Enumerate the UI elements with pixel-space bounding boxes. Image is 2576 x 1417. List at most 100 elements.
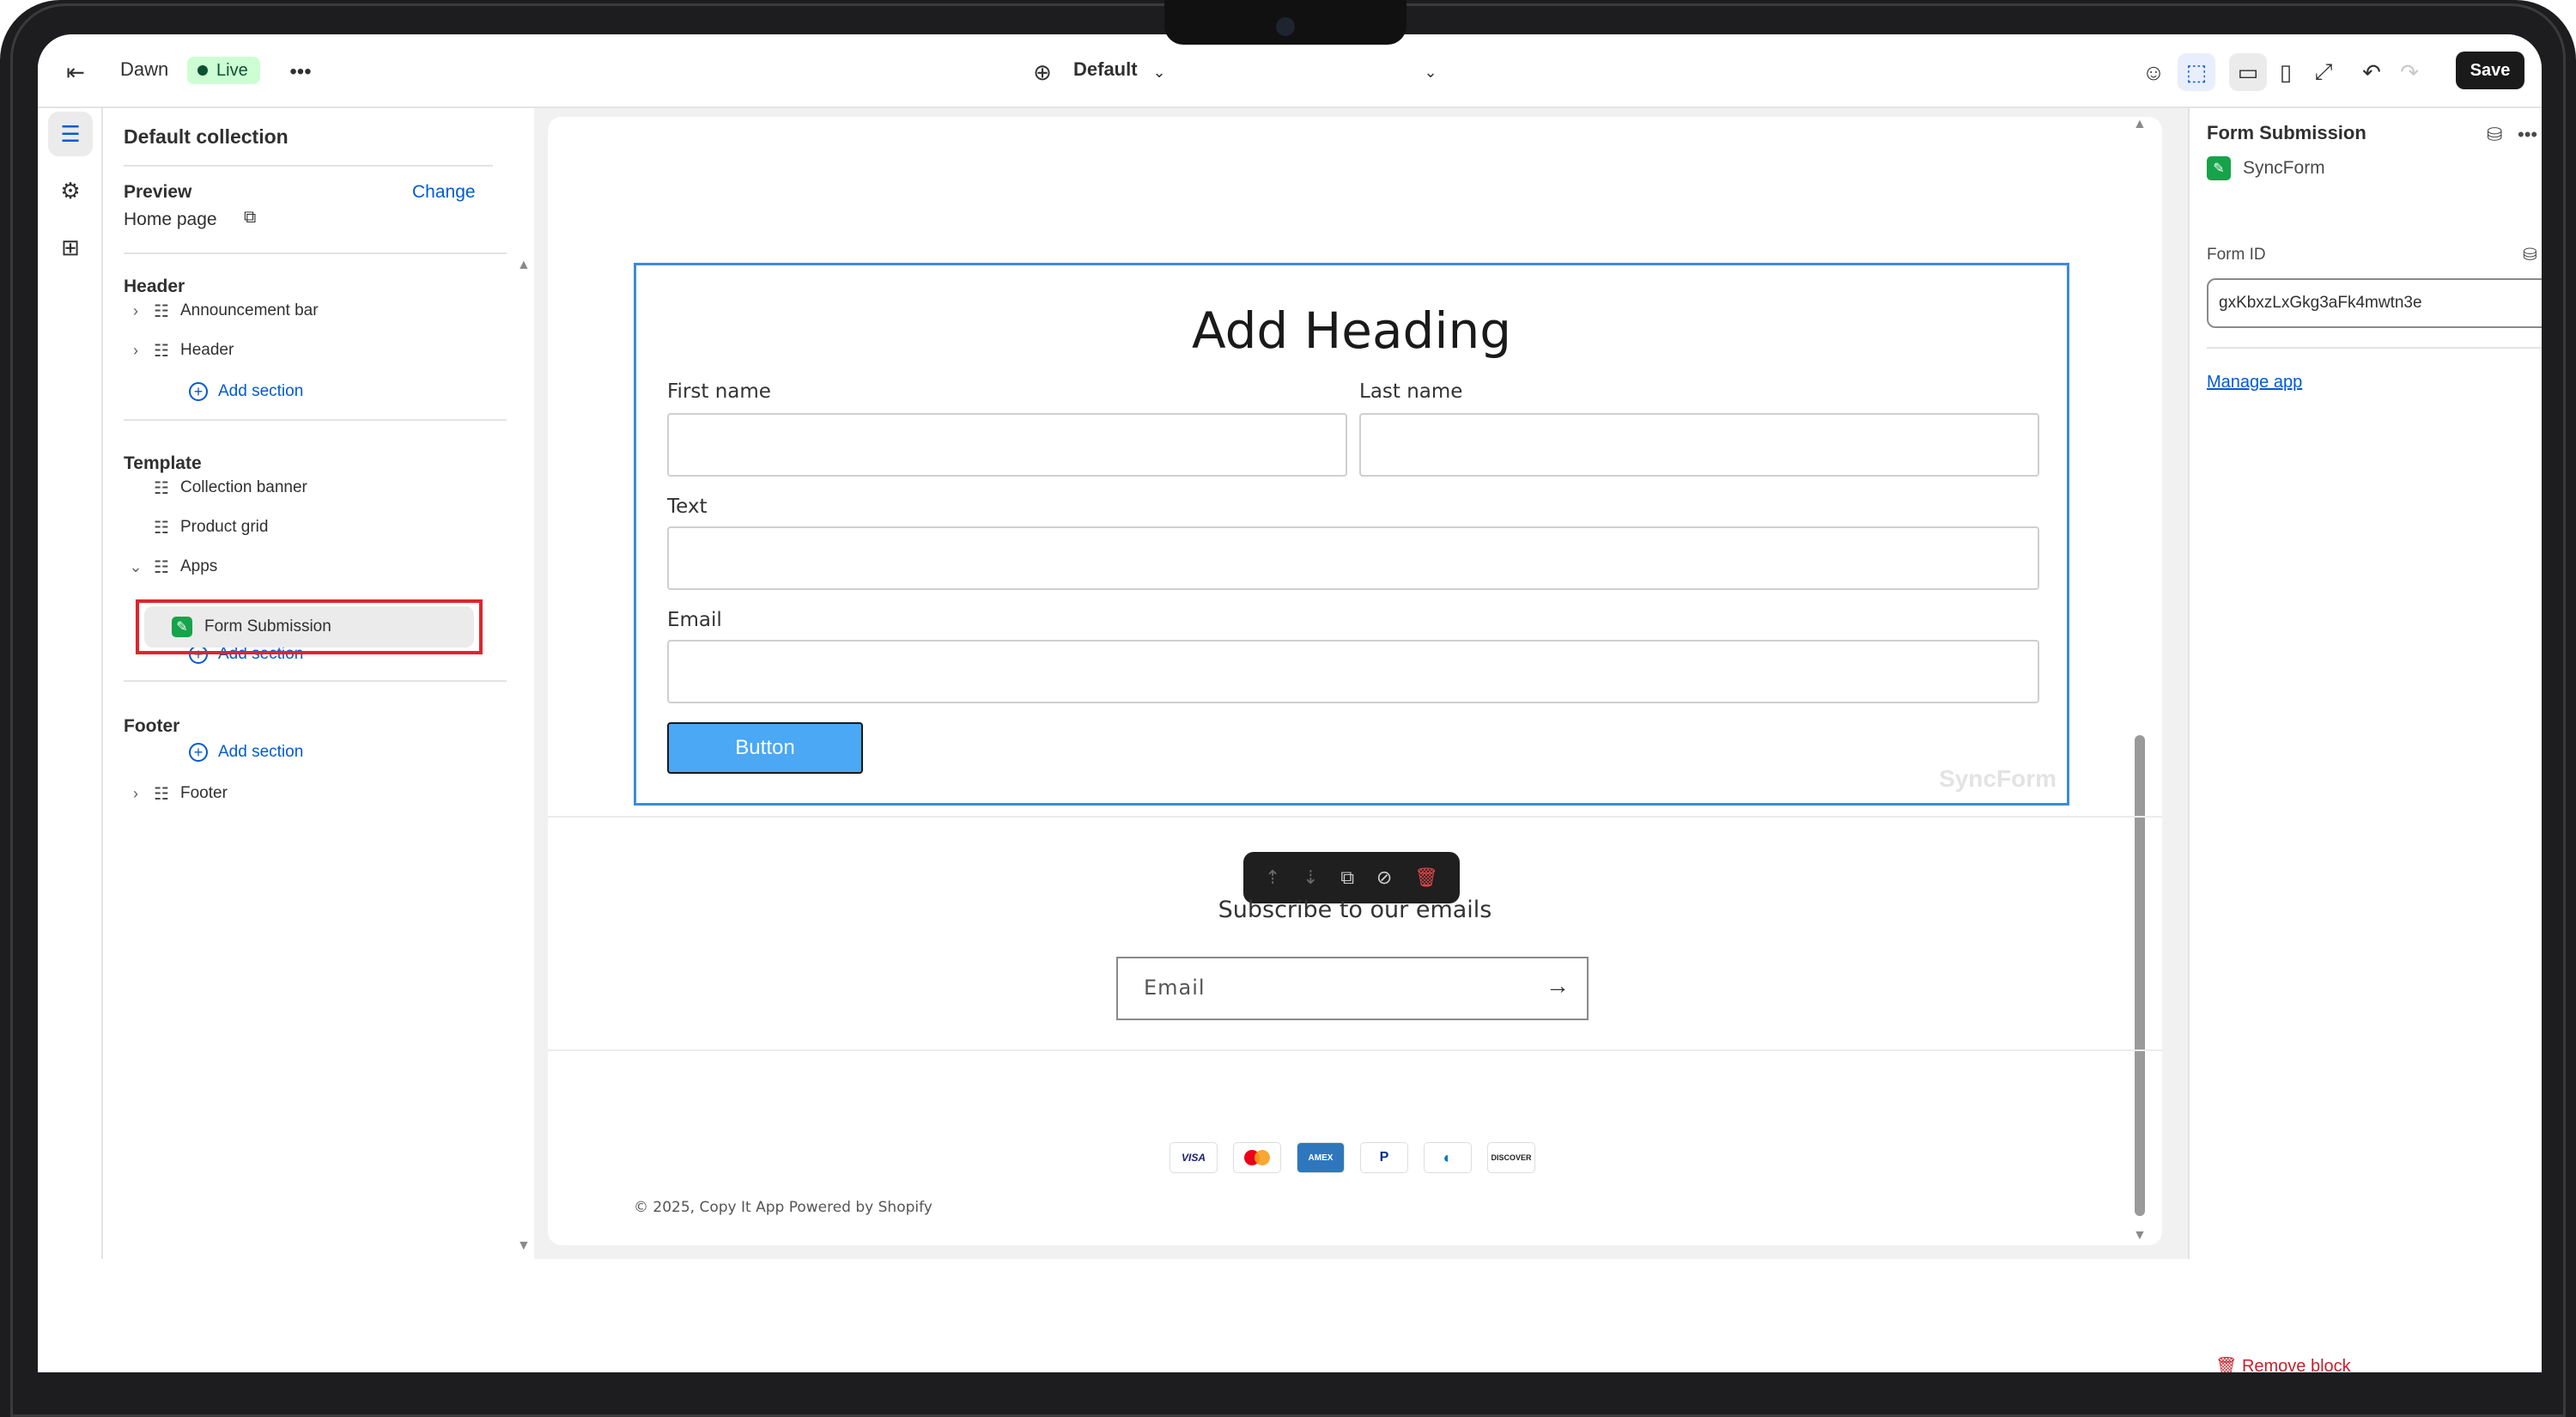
form-id-label: Form ID: [2207, 246, 2266, 264]
dynamic-source-icon[interactable]: ⛁: [2523, 244, 2537, 265]
first-name-field[interactable]: [667, 413, 1347, 477]
mastercard-icon: [1233, 1142, 1281, 1173]
divider: [124, 419, 507, 421]
globe-icon[interactable]: ⊕: [1024, 53, 1061, 91]
visa-icon: VISA: [1170, 1142, 1218, 1173]
discover-icon: DISCOVER: [1487, 1142, 1535, 1173]
sections-sidebar: Default collection Preview Change Home p…: [103, 108, 534, 1259]
amex-icon: AMEX: [1297, 1142, 1345, 1173]
section-icon: ☷: [154, 341, 169, 361]
text-label: Text: [667, 496, 708, 518]
more-actions-icon[interactable]: •••: [282, 53, 319, 91]
form-submission-block[interactable]: Add Heading First name Last name Text Em…: [634, 263, 2069, 806]
inspector-icon[interactable]: ⬚: [2178, 53, 2215, 91]
email-field[interactable]: [667, 640, 2039, 703]
last-name-field[interactable]: [1359, 413, 2039, 477]
section-product-grid[interactable]: ☷ Product grid: [124, 510, 501, 544]
preview-scrollbar[interactable]: ▲ ▼: [2126, 117, 2154, 1245]
newsletter-title: Subscribe to our emails: [1218, 897, 1492, 923]
delete-icon[interactable]: 🗑: [1414, 867, 1438, 889]
chevron-down-icon[interactable]: ⌄: [1140, 53, 1178, 91]
redo-icon[interactable]: ↷: [2391, 53, 2428, 91]
top-bar: ⇤ Dawn Live ••• ⊕ Default ⌄ ⌄ ☺ ⬚ ▭ ▯ ⤢ …: [38, 34, 2542, 108]
form-id-input[interactable]: gxKbxzLxGkg3aFk4mwtn3e: [2207, 278, 2542, 328]
form-heading: Add Heading: [1191, 301, 1512, 360]
move-up-icon[interactable]: ⇡: [1265, 867, 1280, 889]
hide-icon[interactable]: ⊘: [1376, 867, 1392, 889]
payment-icons: VISA AMEX P ◐ DISCOVER: [1170, 1142, 1535, 1173]
paypal-icon: P: [1360, 1142, 1408, 1173]
arrow-right-icon[interactable]: →: [1546, 972, 1570, 1000]
mobile-view-icon[interactable]: ▯: [2267, 53, 2305, 91]
sections-icon[interactable]: ☰: [48, 112, 93, 156]
selection-highlight: [136, 599, 483, 654]
more-actions-icon[interactable]: •••: [2518, 124, 2537, 146]
diners-club-icon: ◐: [1424, 1142, 1472, 1173]
remove-block-button[interactable]: 🗑 Remove block: [2215, 1355, 2351, 1372]
section-footer[interactable]: › ☷ Footer: [124, 776, 501, 811]
change-link[interactable]: Change: [412, 182, 476, 203]
syncform-app-icon: ✎: [2207, 156, 2231, 180]
last-name-label: Last name: [1359, 380, 1463, 403]
section-collection-banner[interactable]: ☷ Collection banner: [124, 471, 501, 505]
theme-name: Dawn: [120, 58, 169, 80]
save-button[interactable]: Save: [2456, 52, 2524, 89]
form-submit-button[interactable]: Button: [667, 722, 863, 774]
footer-group-title: Footer: [124, 716, 180, 736]
page-title: Default collection: [124, 125, 289, 148]
editor-screen: ⇤ Dawn Live ••• ⊕ Default ⌄ ⌄ ☺ ⬚ ▭ ▯ ⤢ …: [38, 34, 2542, 1372]
chevron-down-icon-2[interactable]: ⌄: [1412, 53, 1449, 91]
chevron-right-icon[interactable]: ›: [124, 785, 148, 803]
preview-label: Preview: [124, 182, 192, 202]
template-selector[interactable]: Default: [1073, 58, 1138, 81]
sidekick-icon[interactable]: ☺: [2135, 53, 2172, 91]
divider: [124, 252, 507, 254]
scroll-down-icon[interactable]: ▼: [517, 1238, 531, 1254]
newsletter-email-input[interactable]: Email →: [1116, 957, 1589, 1020]
move-down-icon[interactable]: ⇣: [1303, 867, 1318, 889]
apps-icon[interactable]: ⊞: [48, 225, 93, 270]
add-section-button[interactable]: + Add section: [189, 376, 303, 407]
divider: [124, 680, 507, 682]
exit-icon[interactable]: ⇤: [57, 53, 94, 91]
copyright-text: © 2025, Copy It App Powered by Shopify: [634, 1199, 933, 1216]
section-icon: ☷: [154, 301, 169, 321]
footer-divider: [548, 1049, 2162, 1051]
database-icon[interactable]: ⛁: [2487, 124, 2502, 146]
add-section-button[interactable]: + Add section: [189, 737, 303, 768]
settings-icon[interactable]: ⚙: [48, 168, 93, 213]
scroll-up-icon[interactable]: ▲: [2133, 117, 2147, 132]
plus-circle-icon: +: [189, 382, 208, 401]
section-icon: ☷: [154, 518, 169, 538]
undo-icon[interactable]: ↶: [2353, 53, 2391, 91]
email-label: Email: [667, 609, 722, 631]
section-icon: ☷: [154, 557, 169, 577]
preview-page[interactable]: Home page: [124, 210, 217, 230]
text-field[interactable]: [667, 526, 2039, 590]
section-divider: [548, 816, 2162, 818]
block-title: Form Submission: [2207, 122, 2366, 143]
scroll-up-icon[interactable]: ▲: [517, 258, 531, 273]
syncform-watermark: SyncForm: [1939, 765, 2057, 792]
scrollbar-thumb[interactable]: [2135, 735, 2145, 1216]
plus-circle-icon: +: [189, 743, 208, 762]
chevron-right-icon[interactable]: ›: [124, 302, 148, 320]
duplicate-icon[interactable]: ⧉: [1340, 867, 1354, 889]
icon-rail: ☰ ⚙ ⊞: [38, 108, 103, 1259]
section-header[interactable]: › ☷ Header: [124, 333, 501, 368]
section-icon: ☷: [154, 478, 169, 498]
section-announcement-bar[interactable]: › ☷ Announcement bar: [124, 294, 501, 328]
section-apps[interactable]: ⌄ ☷ Apps: [124, 550, 501, 584]
block-settings-panel: Form Submission ⛁ ••• ✎ SyncForm Form ID…: [2188, 108, 2542, 1259]
scroll-down-icon[interactable]: ▼: [2133, 1228, 2147, 1244]
desktop-view-icon[interactable]: ▭: [2229, 53, 2267, 91]
chevron-right-icon[interactable]: ›: [124, 342, 148, 360]
manage-app-link[interactable]: Manage app: [2207, 373, 2302, 392]
status-badge: Live: [187, 57, 260, 84]
block-toolbar: ⇡ ⇣ ⧉ ⊘ 🗑: [1243, 852, 1460, 903]
chevron-down-icon[interactable]: ⌄: [124, 558, 148, 576]
camera-icon: [1276, 17, 1295, 36]
fullscreen-icon[interactable]: ⤢: [2305, 53, 2342, 91]
first-name-label: First name: [667, 380, 771, 403]
external-link-icon[interactable]: ⧉: [244, 208, 256, 228]
